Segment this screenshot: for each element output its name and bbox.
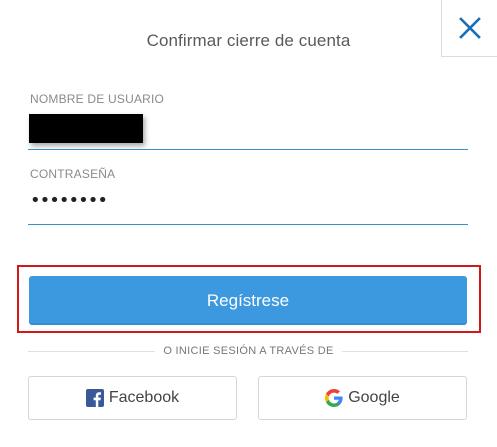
facebook-login-button[interactable]: Facebook	[28, 376, 237, 420]
social-login-divider: O INICIE SESIÓN A TRAVÉS DE	[0, 345, 497, 357]
close-account-dialog: Confirmar cierre de cuenta NOMBRE DE USU…	[0, 0, 497, 447]
google-login-button[interactable]: Google	[258, 376, 467, 420]
facebook-label: Facebook	[108, 389, 180, 406]
close-button[interactable]	[441, 0, 497, 57]
password-underline	[28, 224, 468, 225]
username-input[interactable]	[28, 110, 468, 144]
google-label: Google	[348, 389, 400, 406]
facebook-icon	[85, 389, 104, 407]
password-input[interactable]: ••••••••	[30, 191, 108, 211]
divider-text: O INICIE SESIÓN A TRAVÉS DE	[155, 345, 342, 357]
google-icon	[325, 389, 343, 407]
username-underline	[28, 149, 468, 150]
register-button[interactable]: Regístrese	[29, 276, 467, 325]
dialog-title: Confirmar cierre de cuenta	[146, 31, 351, 50]
username-label: NOMBRE DE USUARIO	[30, 92, 165, 106]
password-label: CONTRASEÑA	[30, 167, 116, 181]
close-icon	[459, 17, 481, 39]
